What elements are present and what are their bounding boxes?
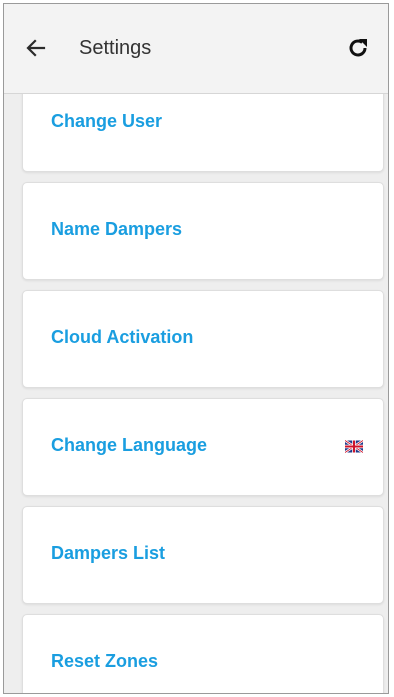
setting-label: Reset Zones: [51, 651, 159, 671]
setting-dampers-list[interactable]: Dampers List: [22, 506, 384, 604]
settings-content: Change User Name Dampers Cloud Activatio…: [4, 94, 388, 693]
setting-change-language[interactable]: Change Language: [22, 398, 384, 496]
setting-label: Name Dampers: [51, 219, 183, 239]
refresh-button[interactable]: [336, 26, 380, 70]
setting-label: Change Language: [51, 435, 208, 455]
refresh-icon: [349, 39, 367, 57]
setting-label: Cloud Activation: [51, 327, 194, 347]
setting-label: Dampers List: [51, 543, 166, 563]
page-title: Settings: [79, 37, 152, 59]
settings-list: Change User Name Dampers Cloud Activatio…: [4, 94, 388, 693]
setting-cloud-activation[interactable]: Cloud Activation: [22, 290, 384, 388]
setting-name-dampers[interactable]: Name Dampers: [22, 182, 384, 280]
arrow-left-icon: [26, 39, 46, 57]
setting-reset-zones[interactable]: Reset Zones: [22, 614, 384, 693]
setting-label: Change User: [51, 111, 163, 131]
uk-flag-icon: [345, 440, 363, 453]
setting-change-user[interactable]: Change User: [22, 94, 384, 172]
back-button[interactable]: [14, 26, 58, 70]
app-frame: Settings Change User Name Dampers Cloud …: [3, 3, 389, 694]
app-bar: Settings: [4, 4, 388, 94]
